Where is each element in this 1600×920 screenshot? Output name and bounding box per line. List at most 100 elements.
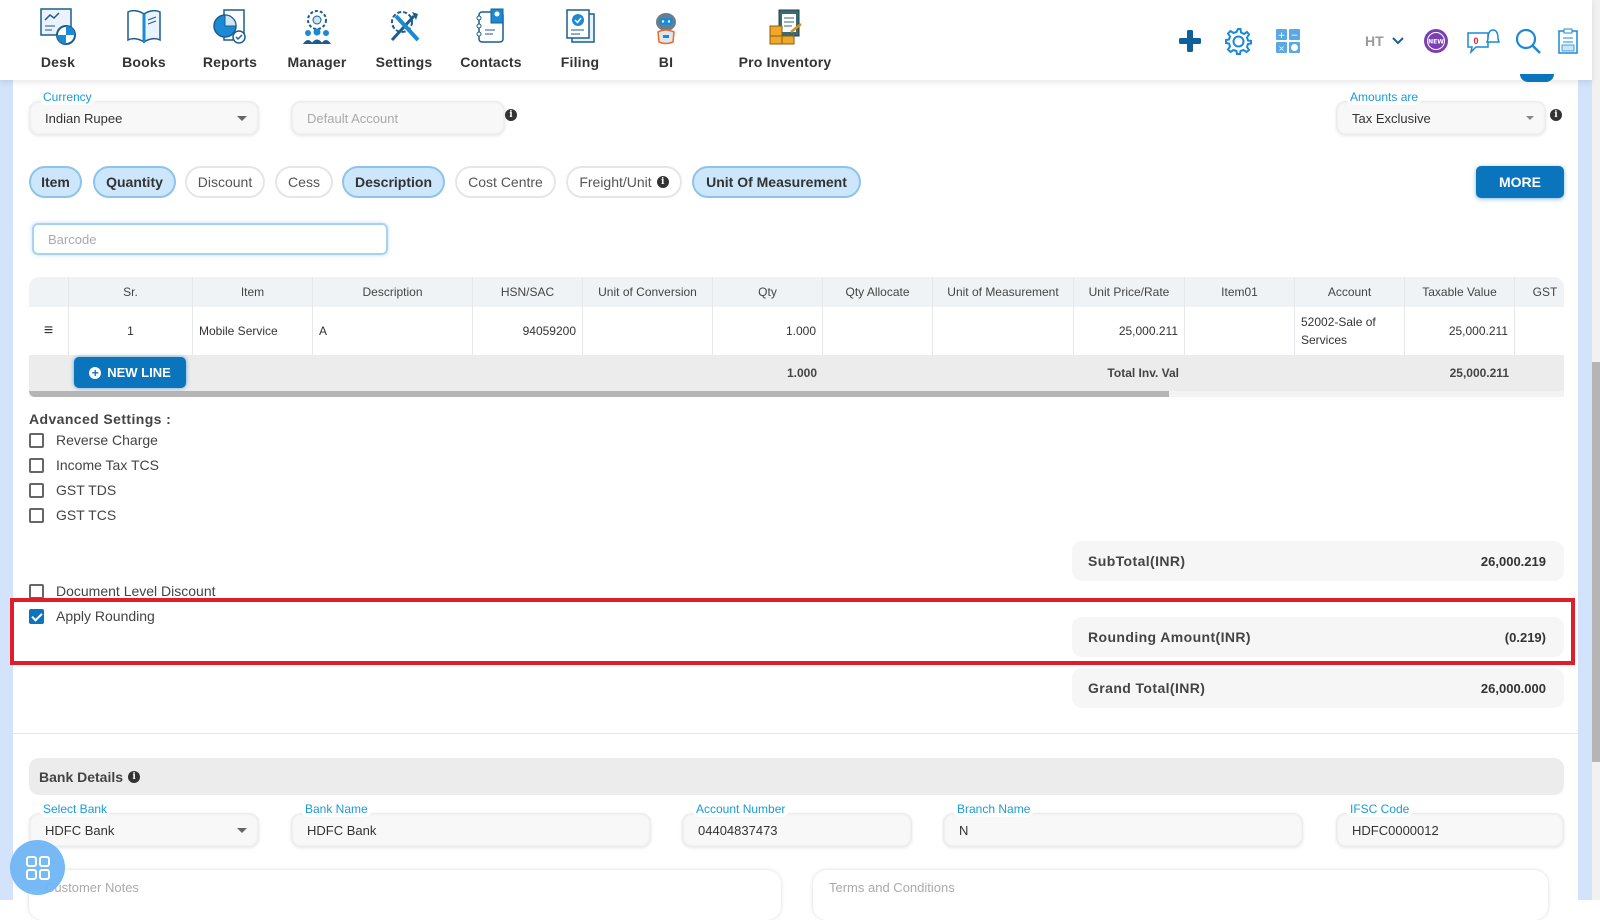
drag-handle-icon[interactable]: ≡ [29,307,69,355]
nav-label: Settings [375,54,433,70]
currency-value: Indian Rupee [45,110,123,126]
bi-robot-icon [656,13,676,45]
income-tax-tcs-checkbox[interactable]: Income Tax TCS [29,455,159,475]
apps-grid-fab[interactable] [10,840,65,895]
top-action-button-edge[interactable] [1520,74,1554,82]
cell-description[interactable]: A [313,307,473,355]
user-initials[interactable]: HT [1365,33,1384,49]
rounding-label: Rounding Amount(INR) [1088,629,1251,645]
col-header[interactable]: Unit Price/Rate [1074,277,1185,307]
document-level-discount-checkbox[interactable]: Document Level Discount [29,581,216,601]
chip-discount[interactable]: Discount [185,166,265,198]
add-new-button[interactable] [1172,24,1208,58]
account-number-input[interactable]: Account Number 04404837473 [682,801,912,847]
nav-filing[interactable]: Filing [535,6,625,70]
col-header[interactable]: HSN/SAC [473,277,583,307]
calculator-button[interactable]: + − × [1270,24,1306,58]
table-horizontal-scrollbar[interactable] [29,391,1564,397]
info-icon[interactable]: i [128,770,141,783]
amounts-are-select[interactable]: Amounts are Tax Exclusive [1336,89,1546,135]
nav-settings[interactable]: Settings [359,6,449,70]
col-header[interactable]: Qty Allocate [823,277,933,307]
nav-pro-inventory[interactable]: Pro Inventory [730,6,840,70]
chip-description[interactable]: Description [342,166,445,198]
chip-unit-of-measurement[interactable]: Unit Of Measurement [692,166,861,198]
ifsc-label: IFSC Code [1346,801,1414,817]
col-header[interactable]: Taxable Value [1405,277,1515,307]
col-header[interactable]: Item [193,277,313,307]
info-icon: i [656,176,669,188]
new-badge-icon: NEW [1424,29,1448,53]
checkbox[interactable] [29,482,44,498]
amounts-are-value: Tax Exclusive [1352,110,1431,126]
nav-desk[interactable]: Desk [13,6,103,70]
chip-cost-centre[interactable]: Cost Centre [455,166,556,198]
cell-gst[interactable] [1515,307,1564,355]
col-header[interactable]: Unit of Measurement [933,277,1074,307]
bank-name-input[interactable]: Bank Name HDFC Bank [291,801,651,847]
user-menu-dropdown[interactable] [1388,24,1408,58]
table-scrollbar-thumb[interactable] [29,391,1169,397]
branch-name-input[interactable]: Branch Name N [943,801,1303,847]
chip-label: Freight/Unit [579,174,652,190]
new-line-label: NEW LINE [107,365,171,380]
reverse-charge-checkbox[interactable]: Reverse Charge [29,430,158,450]
cell-uom[interactable] [933,307,1074,355]
gst-tcs-checkbox[interactable]: GST TCS [29,505,116,525]
col-header[interactable]: GST [1515,277,1564,307]
search-button[interactable] [1510,24,1546,58]
chip-freight-unit[interactable]: Freight/Unit i [566,166,682,198]
notifications-button[interactable]: 0 [1463,24,1503,58]
currency-select[interactable]: Currency Indian Rupee [29,89,259,135]
whats-new-button[interactable]: NEW [1418,24,1454,58]
chip-cess[interactable]: Cess [275,166,333,198]
table-row[interactable]: ≡ 1 Mobile Service A 94059200 1.000 25,0… [29,307,1564,355]
nav-contacts[interactable]: Contacts [446,6,536,70]
cell-account[interactable]: 52002-Sale of Services [1295,307,1405,355]
new-line-button[interactable]: + NEW LINE [74,357,186,388]
nav-manager[interactable]: Manager [272,6,362,70]
cell-hsn[interactable]: 94059200 [473,307,583,355]
col-header[interactable]: Unit of Conversion [583,277,713,307]
customer-notes-textarea[interactable]: Customer Notes [29,870,781,920]
notes-clipboard-button[interactable] [1550,24,1586,58]
cell-qty[interactable]: 1.000 [713,307,823,355]
col-header[interactable]: Item01 [1185,277,1295,307]
checkbox[interactable] [29,457,44,473]
barcode-input[interactable]: Barcode [32,223,388,255]
gst-tds-checkbox[interactable]: GST TDS [29,480,116,500]
cell-item[interactable]: Mobile Service [193,307,313,355]
terms-conditions-textarea[interactable]: Terms and Conditions [813,870,1548,920]
col-header[interactable]: Sr. [69,277,193,307]
cell-unit-conversion[interactable] [583,307,713,355]
checkbox-checked[interactable] [29,608,44,624]
checkbox[interactable] [29,583,44,599]
subtotal-label: SubTotal(INR) [1088,553,1186,569]
nav-books[interactable]: Books [99,6,189,70]
info-icon[interactable]: i [505,109,517,121]
ifsc-code-input[interactable]: IFSC Code HDFC0000012 [1336,801,1564,847]
page-scrollbar-thumb[interactable] [1592,362,1600,762]
more-button[interactable]: MORE [1476,166,1564,198]
checkbox[interactable] [29,507,44,523]
cell-sr: 1 [69,307,193,355]
nav-label: Filing [560,54,600,70]
col-header[interactable]: Account [1295,277,1405,307]
cell-qty-allocate[interactable] [823,307,933,355]
chip-quantity[interactable]: Quantity [93,166,176,198]
top-navigation-bar: Desk Books Reports Manager Settings Cont… [0,0,1592,80]
cell-item01[interactable] [1185,307,1295,355]
chip-item[interactable]: Item [29,166,82,198]
nav-bi[interactable]: BI [621,6,711,70]
apply-rounding-checkbox[interactable]: Apply Rounding [29,606,155,626]
info-icon[interactable]: i [1550,109,1562,121]
select-bank-dropdown[interactable]: Select Bank HDFC Bank [29,801,259,847]
pro-inventory-icon [769,9,802,45]
col-header[interactable]: Qty [713,277,823,307]
col-header[interactable]: Description [313,277,473,307]
settings-gear-button[interactable] [1220,24,1256,58]
checkbox[interactable] [29,432,44,448]
default-account-input[interactable]: Default Account [291,101,505,135]
nav-reports[interactable]: Reports [185,6,275,70]
cell-unit-price[interactable]: 25,000.211 [1074,307,1185,355]
